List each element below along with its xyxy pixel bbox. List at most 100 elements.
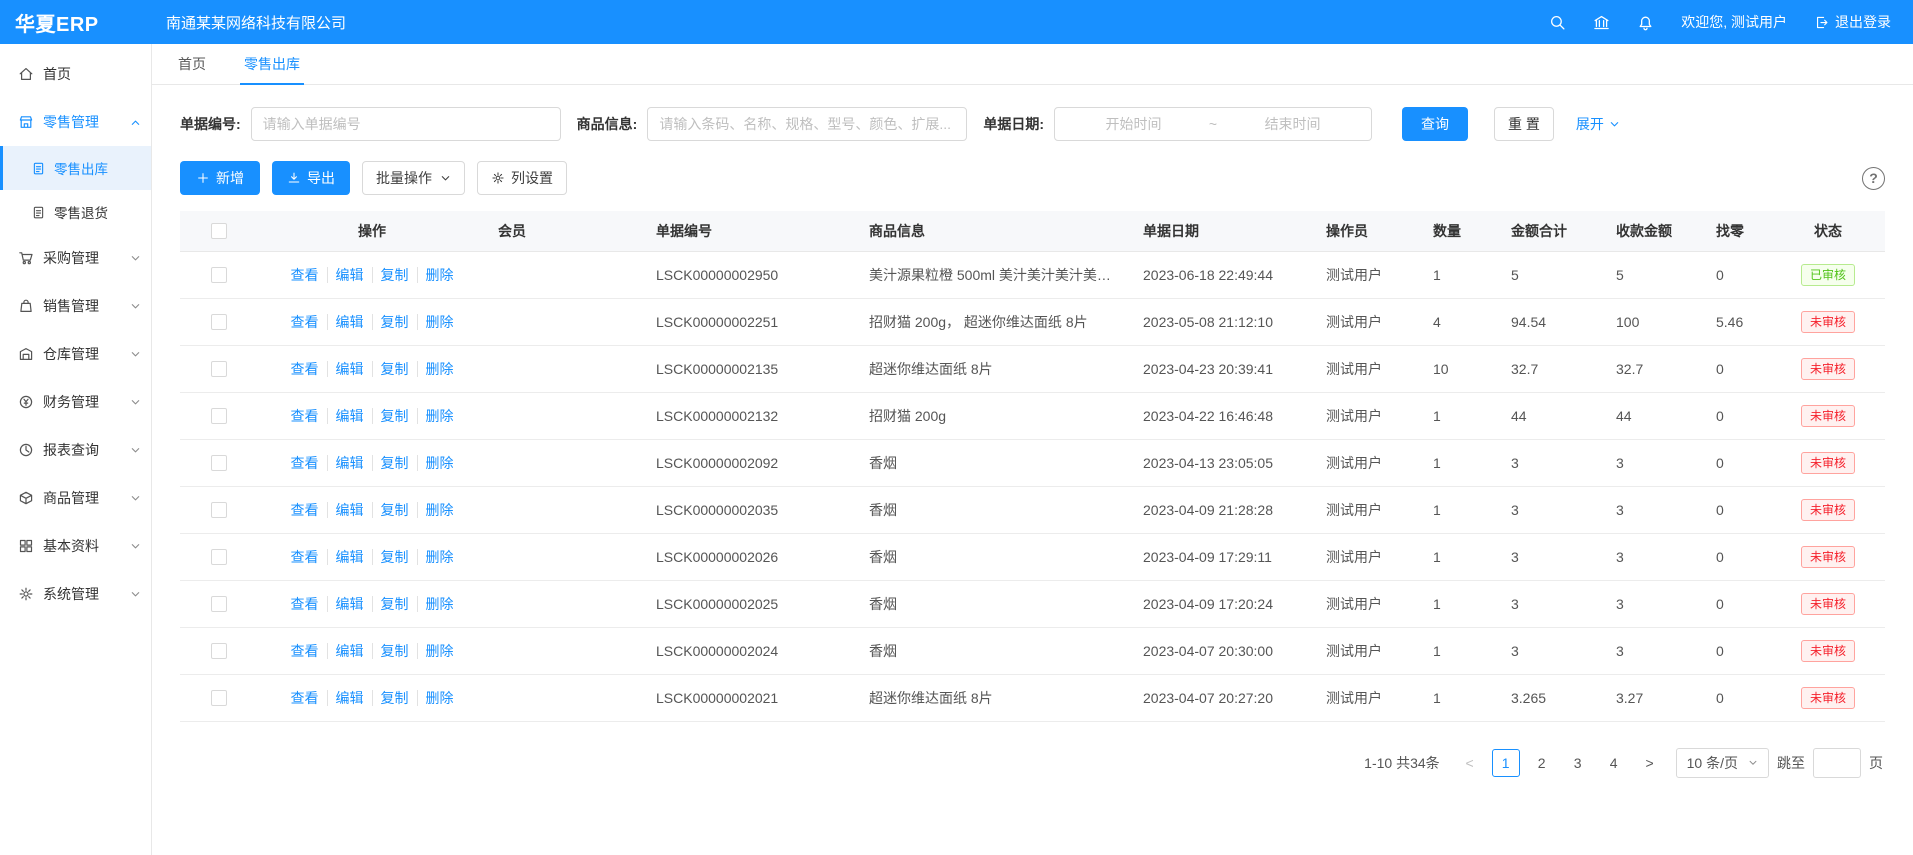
cell-bill-date: 2023-06-18 22:49:44 (1131, 251, 1314, 298)
row-action-edit[interactable]: 编辑 (327, 314, 364, 330)
row-action-edit[interactable]: 编辑 (327, 455, 364, 471)
row-checkbox[interactable] (211, 314, 227, 330)
row-action-delete[interactable]: 删除 (417, 549, 454, 565)
row-action-delete[interactable]: 删除 (417, 643, 454, 659)
row-action-delete[interactable]: 删除 (417, 267, 454, 283)
row-action-edit[interactable]: 编辑 (327, 408, 364, 424)
row-action-copy[interactable]: 复制 (372, 314, 409, 330)
row-action-edit[interactable]: 编辑 (327, 643, 364, 659)
date-range-picker[interactable]: ~ (1054, 107, 1372, 141)
row-action-view[interactable]: 查看 (291, 596, 319, 612)
row-action-delete[interactable]: 删除 (417, 314, 454, 330)
row-action-copy[interactable]: 复制 (372, 361, 409, 377)
search-button[interactable]: 查询 (1402, 107, 1468, 141)
row-checkbox[interactable] (211, 549, 227, 565)
page-size-select[interactable]: 10 条/页 (1676, 748, 1769, 778)
row-action-delete[interactable]: 删除 (417, 361, 454, 377)
search-icon[interactable] (1549, 14, 1566, 31)
row-action-view[interactable]: 查看 (291, 267, 319, 283)
expand-link[interactable]: 展开 (1576, 114, 1620, 134)
row-action-delete[interactable]: 删除 (417, 596, 454, 612)
pagination-page-4[interactable]: 4 (1600, 749, 1628, 777)
row-action-edit[interactable]: 编辑 (327, 690, 364, 706)
pagination-page-1[interactable]: 1 (1492, 749, 1520, 777)
row-action-copy[interactable]: 复制 (372, 643, 409, 659)
date-end-input[interactable] (1222, 116, 1363, 132)
chevron-down-icon (130, 301, 141, 312)
welcome-user[interactable]: 欢迎您, 测试用户 (1681, 12, 1787, 32)
pagination-page-3[interactable]: 3 (1564, 749, 1592, 777)
cell-product-info: 香烟 (857, 580, 1131, 627)
sidebar-item-finance-management[interactable]: 财务管理 (0, 378, 151, 426)
row-action-edit[interactable]: 编辑 (327, 596, 364, 612)
row-action-edit[interactable]: 编辑 (327, 502, 364, 518)
row-action-copy[interactable]: 复制 (372, 455, 409, 471)
row-checkbox[interactable] (211, 361, 227, 377)
sidebar-item-home[interactable]: 首页 (0, 50, 151, 98)
jump-page-input[interactable] (1813, 748, 1861, 778)
row-action-copy[interactable]: 复制 (372, 502, 409, 518)
row-checkbox[interactable] (211, 690, 227, 706)
date-start-input[interactable] (1063, 116, 1204, 132)
row-action-view[interactable]: 查看 (291, 643, 319, 659)
bill-no-input[interactable] (251, 107, 561, 141)
row-action-delete[interactable]: 删除 (417, 690, 454, 706)
pagination-prev[interactable]: < (1456, 749, 1484, 777)
row-action-edit[interactable]: 编辑 (327, 267, 364, 283)
table-header-row: 操作 会员 单据编号 商品信息 单据日期 操作员 数量 金额合计 收款金额 找零… (180, 211, 1885, 251)
row-action-delete[interactable]: 删除 (417, 408, 454, 424)
batch-operations-button[interactable]: 批量操作 (362, 161, 465, 195)
logout-button[interactable]: 退出登录 (1814, 12, 1891, 32)
row-action-view[interactable]: 查看 (291, 455, 319, 471)
row-checkbox[interactable] (211, 643, 227, 659)
row-checkbox[interactable] (211, 502, 227, 518)
sidebar-item-retail-management[interactable]: 零售管理 (0, 98, 151, 146)
row-action-view[interactable]: 查看 (291, 549, 319, 565)
row-checkbox[interactable] (211, 596, 227, 612)
row-action-copy[interactable]: 复制 (372, 549, 409, 565)
row-action-edit[interactable]: 编辑 (327, 549, 364, 565)
row-action-delete[interactable]: 删除 (417, 502, 454, 518)
help-icon[interactable]: ? (1862, 167, 1885, 190)
sidebar-item-system-management[interactable]: 系统管理 (0, 570, 151, 618)
export-button[interactable]: 导出 (272, 161, 350, 195)
row-action-copy[interactable]: 复制 (372, 690, 409, 706)
reset-button[interactable]: 重 置 (1494, 107, 1554, 141)
row-action-copy[interactable]: 复制 (372, 596, 409, 612)
row-action-view[interactable]: 查看 (291, 690, 319, 706)
sidebar-item-warehouse-management[interactable]: 仓库管理 (0, 330, 151, 378)
bell-icon[interactable] (1637, 14, 1654, 31)
row-action-delete[interactable]: 删除 (417, 455, 454, 471)
pagination-page-2[interactable]: 2 (1528, 749, 1556, 777)
sidebar-item-report-query[interactable]: 报表查询 (0, 426, 151, 474)
row-checkbox[interactable] (211, 455, 227, 471)
sidebar-item-sales-management[interactable]: 销售管理 (0, 282, 151, 330)
sidebar-item-retail-return[interactable]: 零售退货 (0, 190, 151, 234)
select-all-checkbox[interactable] (211, 223, 227, 239)
data-table: 操作 会员 单据编号 商品信息 单据日期 操作员 数量 金额合计 收款金额 找零… (180, 211, 1885, 722)
product-info-input[interactable] (647, 107, 967, 141)
column-settings-button[interactable]: 列设置 (477, 161, 567, 195)
chevron-down-icon (1609, 119, 1620, 130)
pagination-total: 1-10 共34条 (1364, 753, 1439, 773)
tab-retail-outbound[interactable]: 零售出库 (244, 44, 300, 84)
row-checkbox[interactable] (211, 267, 227, 283)
bank-icon[interactable] (1593, 14, 1610, 31)
row-action-copy[interactable]: 复制 (372, 408, 409, 424)
sidebar-item-basic-data[interactable]: 基本资料 (0, 522, 151, 570)
bag-icon (18, 298, 34, 314)
sidebar-item-retail-outbound[interactable]: 零售出库 (0, 146, 151, 190)
add-button[interactable]: 新增 (180, 161, 260, 195)
row-action-view[interactable]: 查看 (291, 361, 319, 377)
row-action-view[interactable]: 查看 (291, 314, 319, 330)
sidebar-item-purchase-management[interactable]: 采购管理 (0, 234, 151, 282)
row-action-view[interactable]: 查看 (291, 408, 319, 424)
pagination-next[interactable]: > (1636, 749, 1664, 777)
cell-status: 未审核 (1771, 392, 1885, 439)
sidebar-item-goods-management[interactable]: 商品管理 (0, 474, 151, 522)
tab-home[interactable]: 首页 (178, 44, 206, 84)
row-checkbox[interactable] (211, 408, 227, 424)
row-action-copy[interactable]: 复制 (372, 267, 409, 283)
row-action-view[interactable]: 查看 (291, 502, 319, 518)
row-action-edit[interactable]: 编辑 (327, 361, 364, 377)
